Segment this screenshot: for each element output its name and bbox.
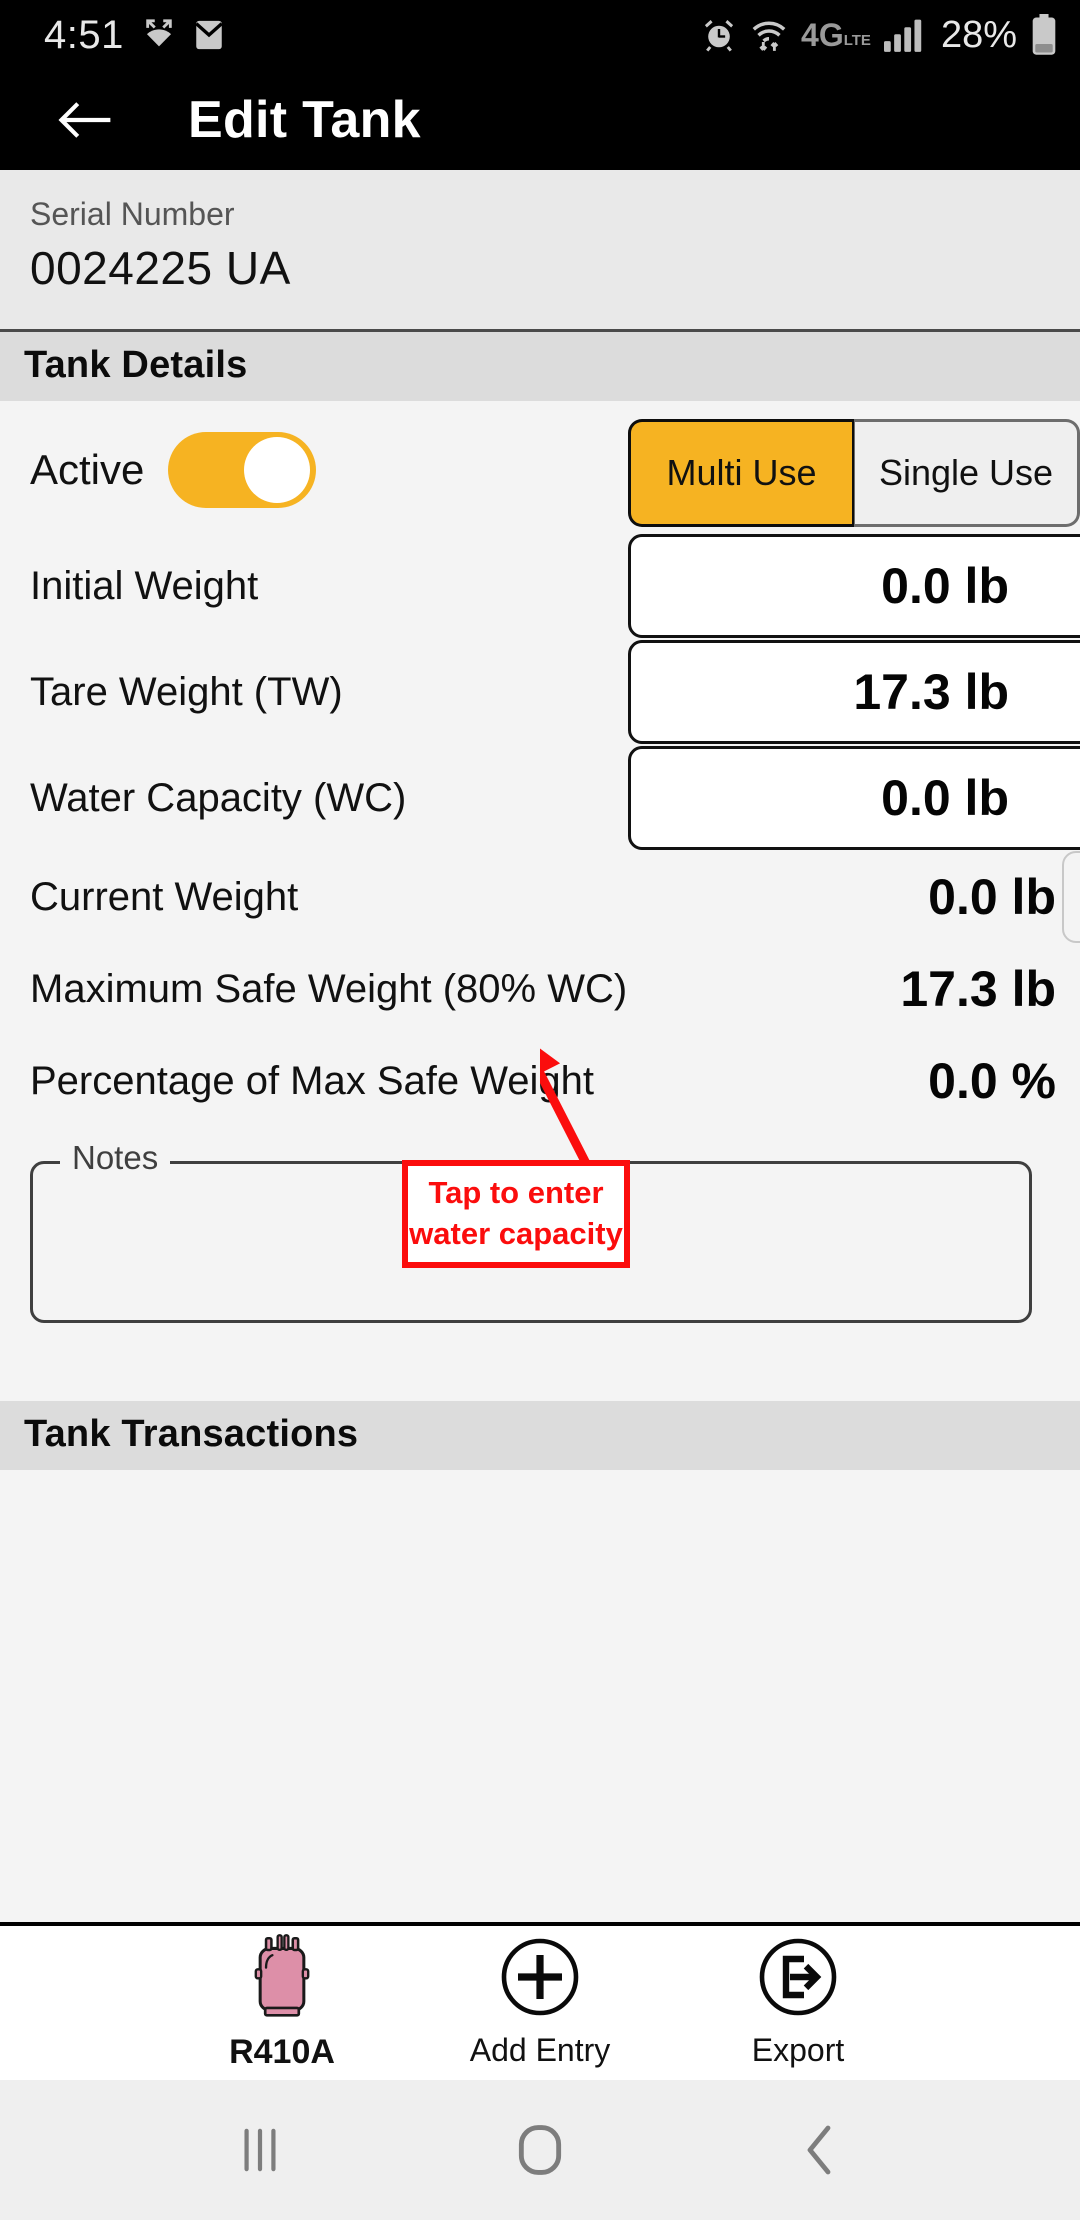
home-icon[interactable]	[480, 2105, 600, 2195]
active-label: Active	[30, 446, 145, 493]
missed-call-icon	[142, 18, 176, 52]
phone-screen: 4:51 4G LTE 28% Edit Tank Serial Number …	[0, 0, 1080, 2220]
battery-percent-label: 28%	[940, 13, 1017, 56]
export-icon	[758, 1937, 838, 2022]
toolbar-label-refrigerant: R410A	[229, 2033, 335, 2071]
annotation-line-2: water capacity	[409, 1216, 623, 1251]
section-header-tank-details: Tank Details	[0, 332, 1080, 401]
toolbar-label-add-entry: Add Entry	[469, 2032, 611, 2068]
notes-label: Notes	[60, 1139, 171, 1177]
toolbar-item-refrigerant[interactable]: R410A	[207, 1934, 357, 2072]
value-maximum-safe-weight: 17.3 lb	[900, 961, 1056, 1017]
toolbar-item-export[interactable]: Export	[723, 1937, 873, 2069]
tank-transactions-list	[0, 1470, 1080, 1580]
row-active: Active Multi Use Single Use	[0, 401, 1080, 533]
usage-mode-segmented-control: Multi Use Single Use	[628, 419, 1080, 527]
app-bar: Edit Tank	[0, 70, 1080, 170]
row-initial-weight: Initial Weight 0.0 lb	[0, 533, 1080, 639]
input-tare-weight[interactable]: 17.3 lb	[628, 640, 1080, 744]
clipped-box-edge	[1062, 851, 1080, 943]
toolbar-item-add-entry[interactable]: Add Entry	[465, 1937, 615, 2069]
android-nav-bar	[0, 2080, 1080, 2220]
status-bar: 4:51 4G LTE 28%	[0, 0, 1080, 70]
input-water-capacity[interactable]: 0.0 lb	[628, 746, 1080, 850]
annotation-callout: Tap to enter water capacity	[402, 1160, 630, 1268]
alarm-icon	[701, 17, 737, 53]
toggle-knob	[244, 437, 311, 503]
back-icon[interactable]	[760, 2105, 880, 2195]
row-current-weight: Current Weight 0.0 lb	[0, 851, 1080, 943]
network-4glte-icon: 4G LTE	[801, 17, 871, 53]
page-title: Edit Tank	[188, 91, 421, 149]
toolbar-label-export: Export	[751, 2032, 845, 2068]
refrigerant-tank-icon	[245, 1934, 319, 2023]
label-current-weight: Current Weight	[30, 874, 299, 919]
row-water-capacity: Water Capacity (WC) 0.0 lb	[0, 745, 1080, 851]
section-header-tank-transactions: Tank Transactions	[0, 1401, 1080, 1470]
value-percentage-max-safe-weight: 0.0 %	[928, 1053, 1056, 1109]
segment-multi-use[interactable]: Multi Use	[628, 419, 854, 527]
signal-bars-icon	[883, 18, 924, 52]
status-time: 4:51	[44, 12, 124, 57]
input-initial-weight[interactable]: 0.0 lb	[628, 534, 1080, 638]
row-percentage-max-safe-weight: Percentage of Max Safe Weight 0.0 %	[0, 1035, 1080, 1127]
value-current-weight: 0.0 lb	[928, 869, 1056, 925]
row-tare-weight: Tare Weight (TW) 17.3 lb	[0, 639, 1080, 745]
serial-number-block: Serial Number 0024225 UA	[0, 170, 1080, 332]
row-maximum-safe-weight: Maximum Safe Weight (80% WC) 17.3 lb	[0, 943, 1080, 1035]
bottom-toolbar: R410A Add Entry Export	[0, 1922, 1080, 2080]
segment-single-use[interactable]: Single Use	[854, 419, 1080, 527]
active-toggle[interactable]	[168, 432, 317, 508]
serial-number-label: Serial Number	[30, 196, 235, 232]
serial-number-value: 0024225 UA	[30, 242, 291, 294]
mail-icon	[194, 18, 224, 52]
recents-icon[interactable]	[200, 2105, 320, 2195]
plus-circle-icon	[500, 1937, 580, 2022]
label-percentage-max-safe-weight: Percentage of Max Safe Weight	[30, 1058, 595, 1103]
annotation-line-1: Tap to enter	[428, 1175, 604, 1211]
back-arrow-icon[interactable]	[48, 83, 122, 157]
wifi-icon	[750, 16, 788, 54]
battery-icon	[1030, 14, 1058, 56]
